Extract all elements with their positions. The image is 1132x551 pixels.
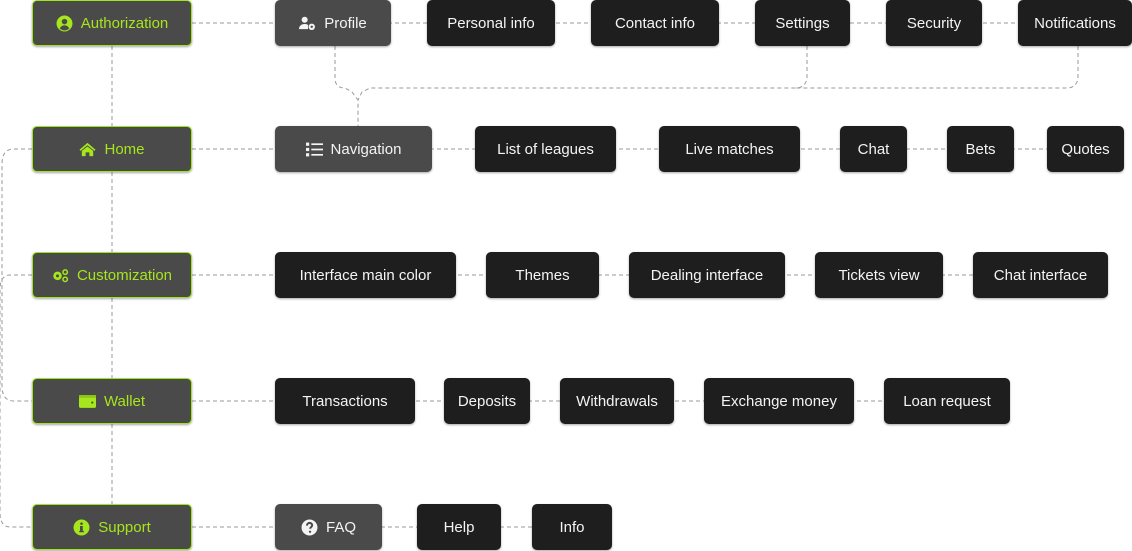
connector-settings-navigation bbox=[357, 46, 808, 101]
node-label: Wallet bbox=[103, 392, 146, 410]
node-home[interactable]: Home bbox=[32, 126, 192, 172]
node-settings[interactable]: Settings bbox=[755, 0, 850, 46]
node-contact-info[interactable]: Contact info bbox=[591, 0, 719, 46]
user-circle-icon bbox=[56, 15, 73, 32]
node-label: Loan request bbox=[903, 392, 991, 410]
node-label: Info bbox=[559, 518, 585, 536]
node-label: Chat bbox=[857, 140, 890, 158]
connector-profile-navigation bbox=[334, 46, 359, 126]
node-security[interactable]: Security bbox=[886, 0, 982, 46]
node-support[interactable]: Support bbox=[32, 504, 192, 550]
node-exchange-money[interactable]: Exchange money bbox=[704, 378, 854, 424]
node-quotes[interactable]: Quotes bbox=[1047, 126, 1124, 172]
user-gear-icon bbox=[299, 15, 316, 32]
node-label: Exchange money bbox=[721, 392, 837, 410]
node-label: Bets bbox=[965, 140, 996, 158]
node-withdrawals[interactable]: Withdrawals bbox=[560, 378, 674, 424]
node-wallet[interactable]: Wallet bbox=[32, 378, 192, 424]
node-profile[interactable]: Profile bbox=[275, 0, 391, 46]
connector-notifications-navigation bbox=[795, 46, 1079, 89]
node-label: Home bbox=[104, 140, 145, 158]
node-label: Chat interface bbox=[993, 266, 1088, 284]
node-label: Transactions bbox=[302, 392, 388, 410]
node-label: Contact info bbox=[614, 14, 696, 32]
node-navigation[interactable]: Navigation bbox=[275, 126, 432, 172]
node-label: Themes bbox=[515, 266, 570, 284]
node-deposits[interactable]: Deposits bbox=[444, 378, 530, 424]
node-label: List of leagues bbox=[497, 140, 594, 158]
node-label: Deposits bbox=[457, 392, 517, 410]
node-label: Dealing interface bbox=[650, 266, 764, 284]
list-icon bbox=[305, 141, 323, 158]
node-label: Authorization bbox=[80, 14, 169, 32]
node-authorization[interactable]: Authorization bbox=[32, 0, 192, 46]
node-dealing-interface[interactable]: Dealing interface bbox=[629, 252, 785, 298]
wallet-icon bbox=[78, 393, 96, 410]
question-icon bbox=[301, 519, 318, 536]
node-chat[interactable]: Chat bbox=[840, 126, 907, 172]
node-label: Customization bbox=[76, 266, 173, 284]
node-label: Tickets view bbox=[838, 266, 920, 284]
node-label: Navigation bbox=[330, 140, 402, 158]
node-label: Personal info bbox=[447, 14, 535, 32]
home-icon bbox=[79, 141, 97, 158]
node-label: FAQ bbox=[325, 518, 356, 536]
node-personal-info[interactable]: Personal info bbox=[427, 0, 555, 46]
node-label: Security bbox=[906, 14, 962, 32]
node-tickets-view[interactable]: Tickets view bbox=[815, 252, 943, 298]
node-label: Quotes bbox=[1061, 140, 1110, 158]
gears-icon bbox=[52, 267, 69, 284]
node-help[interactable]: Help bbox=[417, 504, 501, 550]
node-label: Help bbox=[443, 518, 475, 536]
node-notifications[interactable]: Notifications bbox=[1018, 0, 1132, 46]
node-customization[interactable]: Customization bbox=[32, 252, 192, 298]
node-label: Withdrawals bbox=[576, 392, 658, 410]
node-faq[interactable]: FAQ bbox=[275, 504, 382, 550]
node-label: Support bbox=[98, 518, 151, 536]
node-live-matches[interactable]: Live matches bbox=[659, 126, 800, 172]
node-label: Interface main color bbox=[299, 266, 432, 284]
node-transactions[interactable]: Transactions bbox=[275, 378, 415, 424]
info-icon bbox=[73, 519, 90, 536]
node-info[interactable]: Info bbox=[532, 504, 612, 550]
node-bets[interactable]: Bets bbox=[947, 126, 1014, 172]
node-label: Live matches bbox=[685, 140, 774, 158]
node-themes[interactable]: Themes bbox=[486, 252, 599, 298]
node-loan-request[interactable]: Loan request bbox=[884, 378, 1010, 424]
node-label: Notifications bbox=[1034, 14, 1116, 32]
node-label: Profile bbox=[324, 14, 367, 32]
node-chat-interface[interactable]: Chat interface bbox=[973, 252, 1108, 298]
node-interface-main-color[interactable]: Interface main color bbox=[275, 252, 456, 298]
node-list-of-leagues[interactable]: List of leagues bbox=[475, 126, 616, 172]
node-label: Settings bbox=[775, 14, 830, 32]
